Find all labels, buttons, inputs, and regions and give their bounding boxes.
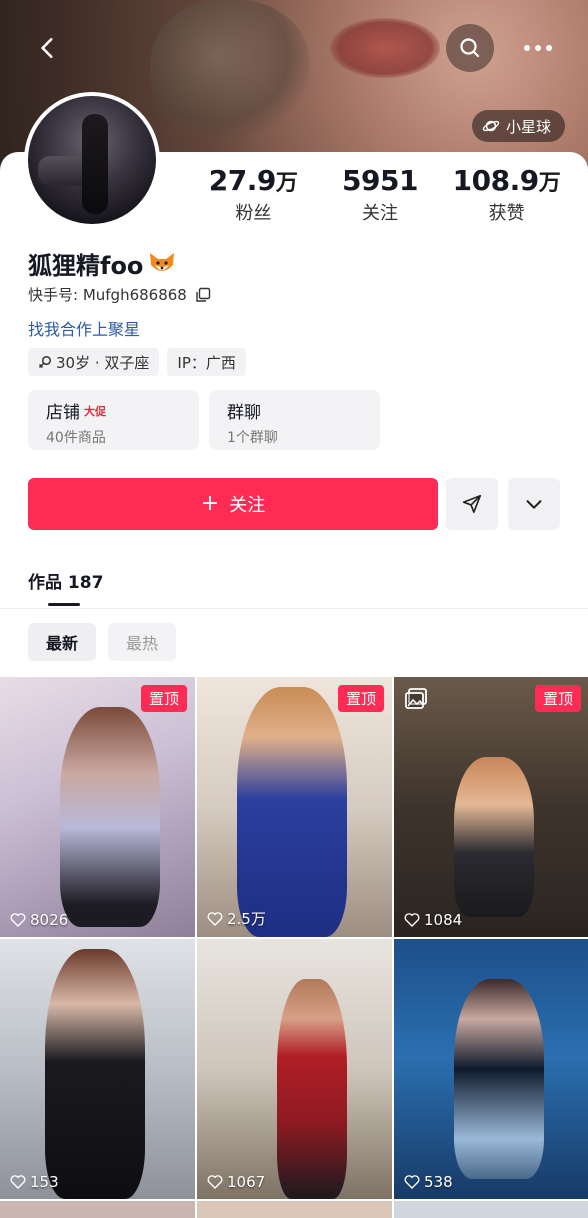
stat-unit: 万 [275,171,298,196]
shop-title: 店铺 [46,403,80,423]
profile-name-text: 狐狸精foo [28,252,144,280]
like-count: 153 [10,1173,59,1191]
video-tile[interactable]: 1067 [197,939,392,1199]
tag-age: 30岁 · 双子座 [28,348,160,376]
stat-value: 5951 [342,164,418,197]
gender-icon [38,355,52,369]
works-label: 作品 [28,573,62,593]
planet-icon [482,120,500,132]
pinned-badge: 置顶 [534,685,581,712]
like-count-text: 8026 [30,911,69,929]
like-count-text: 153 [30,1173,59,1191]
chevron-down-icon [526,500,542,509]
heart-icon [404,913,420,927]
tag-ip-text: IP：广西 [177,353,236,372]
tab-underline [48,603,80,606]
stat-unit: 万 [538,171,561,196]
more-button[interactable] [514,24,562,72]
tab-works[interactable]: 作品 187 [28,568,103,593]
stat-followers[interactable]: 27.9万 粉丝 [190,164,317,225]
stat-likes[interactable]: 108.9万 获赞 [443,164,570,225]
video-tile[interactable]: 置顶 8026 [0,677,195,937]
pinned-badge: 置顶 [140,685,187,712]
send-icon [462,494,482,514]
next-row-peek [0,1201,588,1218]
gallery-icon [405,688,427,709]
like-count: 538 [404,1173,453,1191]
search-icon [460,38,480,58]
fox-icon [150,252,175,271]
more-dots-icon [524,45,552,51]
sort-latest[interactable]: 最新 [28,623,97,661]
stat-label: 获赞 [488,203,525,224]
tag-row: 30岁 · 双子座 IP：广西 [28,348,246,376]
follow-label: 关注 [229,495,266,516]
like-count: 1084 [404,911,462,929]
heart-icon [10,913,26,927]
shop-box[interactable]: 店铺 大促 40件商品 [28,390,199,450]
heart-icon [10,1175,26,1189]
like-count: 2.5万 [207,908,266,929]
sort-row: 最新 最热 [28,623,177,661]
tag-age-text: 30岁 · 双子座 [56,353,150,372]
profile-name: 狐狸精foo [28,246,177,281]
video-tile[interactable]: 置顶 1084 [394,677,588,937]
heart-icon [404,1175,420,1189]
back-button[interactable] [24,24,72,72]
user-id-row: 快手号: Mufgh686868 [28,284,211,305]
pinned-badge: 置顶 [337,685,384,712]
works-grid: 置顶 8026 置顶 2.5万 置顶 1084 153 1067 538 [0,677,588,1199]
stat-label: 粉丝 [235,203,272,224]
user-id-text: 快手号: Mufgh686868 [28,286,187,304]
divider [0,608,588,609]
planet-label: 小星球 [506,117,552,136]
copy-icon[interactable] [195,287,211,303]
stats-row: 27.9万 粉丝 5951 关注 108.9万 获赞 [190,164,570,225]
planet-button[interactable]: 小星球 [472,110,566,142]
group-chat-title: 群聊 [227,403,261,423]
stat-value: 108.9 [452,164,540,197]
promo-badge: 大促 [84,404,106,418]
share-button[interactable] [446,478,498,530]
shop-sub: 40件商品 [46,430,106,446]
video-tile[interactable]: 153 [0,939,195,1199]
like-count-text: 2.5万 [227,910,266,928]
group-chat-sub: 1个群聊 [227,430,278,446]
stat-label: 关注 [362,203,398,224]
expand-button[interactable] [508,478,560,530]
video-tile[interactable]: 置顶 2.5万 [197,677,392,937]
like-count: 1067 [207,1173,265,1191]
search-button[interactable] [446,24,494,72]
sort-hottest[interactable]: 最热 [108,623,177,661]
video-tile[interactable]: 538 [394,939,588,1199]
works-count: 187 [67,573,104,593]
like-count-text: 538 [424,1173,453,1191]
tag-ip: IP：广西 [167,348,246,376]
feature-boxes: 店铺 大促 40件商品 群聊 1个群聊 [28,390,380,450]
like-count-text: 1067 [227,1173,266,1191]
avatar[interactable] [24,92,160,228]
plus-icon: + [200,491,220,516]
like-count-text: 1084 [424,911,463,929]
cooperation-link[interactable]: 找我合作上聚星 [28,316,140,340]
follow-button[interactable]: + 关注 [28,478,438,530]
heart-icon [207,1175,223,1189]
like-count: 8026 [10,911,68,929]
chevron-left-icon [41,38,53,58]
stat-following[interactable]: 5951 关注 [317,164,444,225]
stat-value: 27.9 [208,164,277,197]
group-chat-box[interactable]: 群聊 1个群聊 [209,390,380,450]
heart-icon [207,911,223,926]
